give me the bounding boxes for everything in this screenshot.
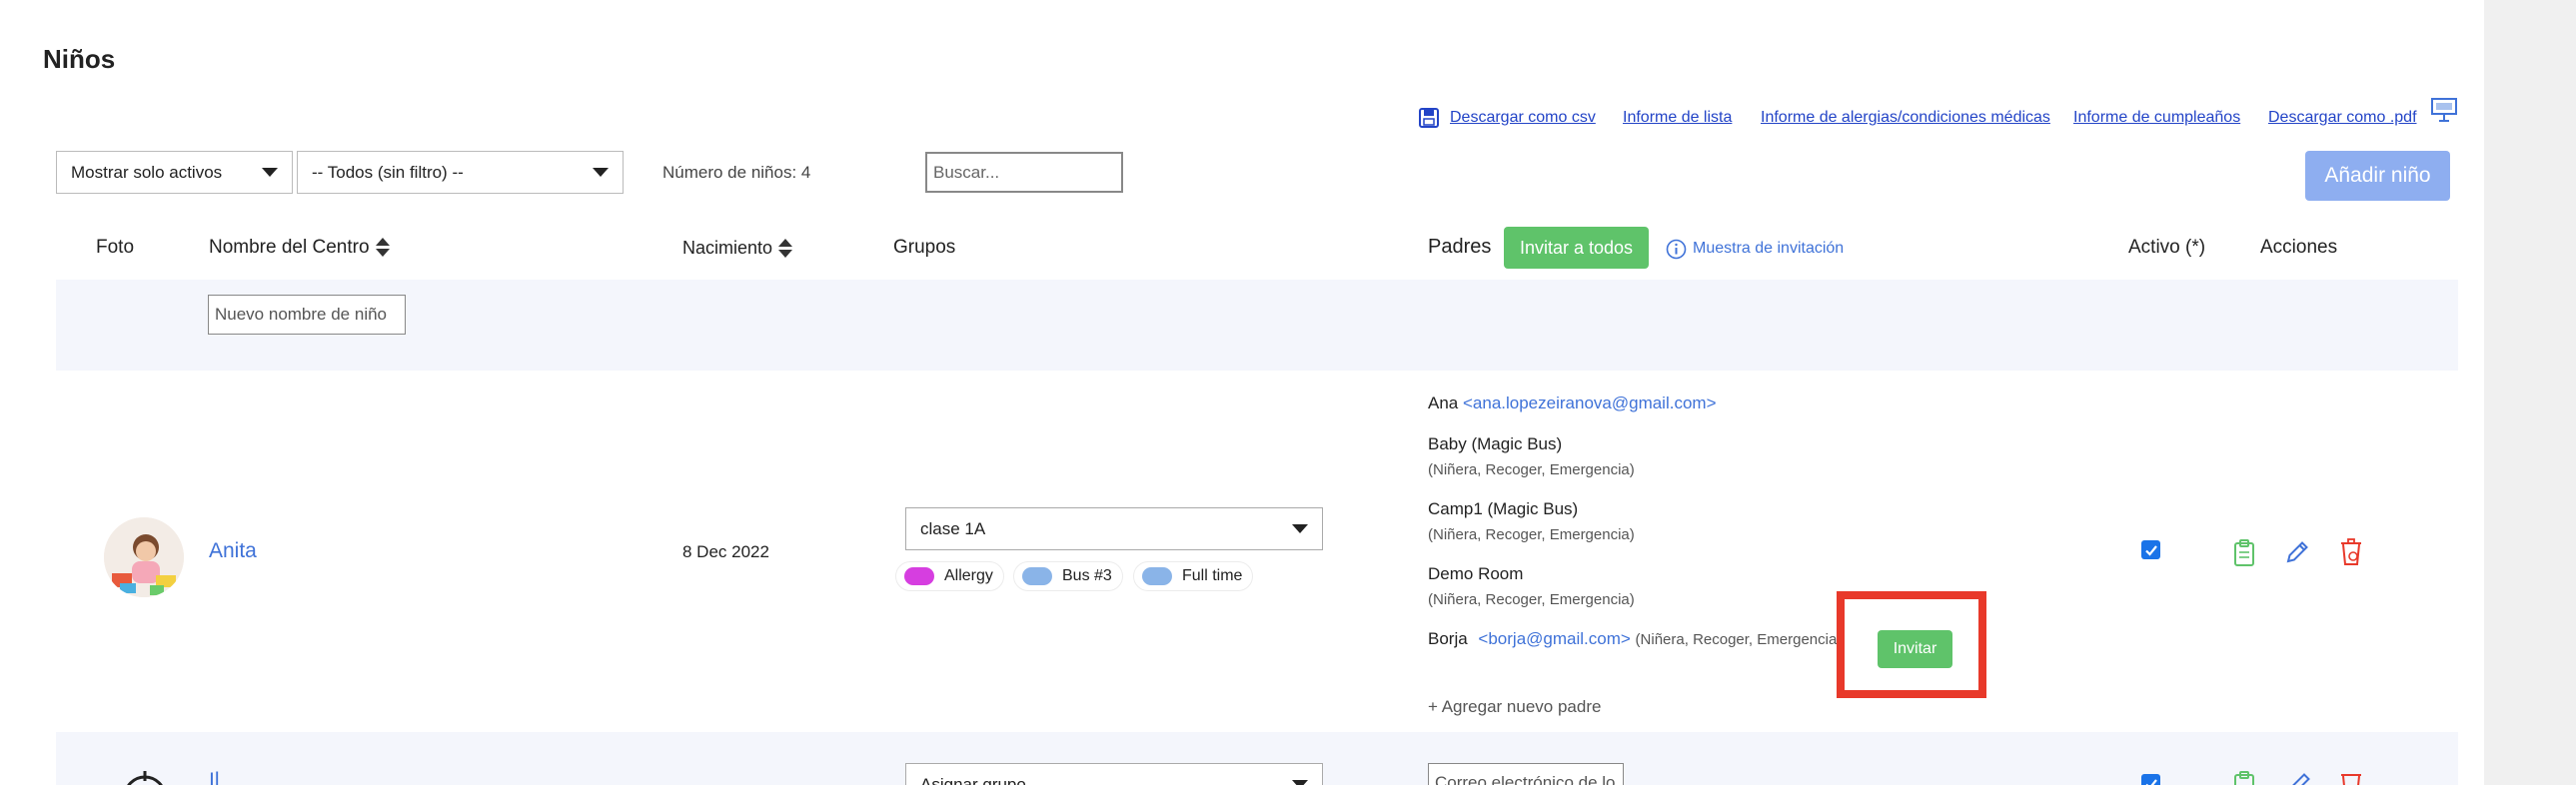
new-child-name-placeholder: Nuevo nombre de niño: [215, 305, 388, 324]
add-parent-link[interactable]: + Agregar nuevo padre: [1428, 697, 1601, 717]
invite-button[interactable]: Invitar: [1878, 630, 1952, 668]
tag-chip[interactable]: Bus #3: [1013, 561, 1123, 591]
delete-icon[interactable]: [2339, 538, 2363, 566]
allergy-report-link[interactable]: Informe de alergias/condiciones médicas: [1761, 109, 2050, 127]
parent-name: Baby (Magic Bus): [1428, 434, 1563, 453]
invite-all-button[interactable]: Invitar a todos: [1504, 227, 1649, 269]
header-birth-label: Nacimiento: [682, 238, 773, 258]
active-filter-value: Mostrar solo activos: [71, 162, 223, 182]
children-panel: Niños Descargar como csv Informe de list…: [0, 0, 2484, 785]
header-actions: Acciones: [2260, 237, 2338, 258]
tag-color-dot: [904, 567, 934, 585]
new-child-row: [56, 280, 2458, 371]
child-birthdate: 8 Dec 2022: [682, 542, 769, 561]
invite-sample-link[interactable]: Muestra de invitación: [1693, 240, 1844, 258]
active-filter-select[interactable]: Mostrar solo activos: [56, 151, 293, 194]
active-checkbox[interactable]: [2141, 540, 2160, 559]
edit-icon[interactable]: [2286, 771, 2310, 785]
parent-email-input[interactable]: Correo electrónico de lo: [1428, 763, 1624, 785]
parent-entry: Ana <ana.lopezeiranova@gmail.com>: [1428, 393, 1717, 413]
info-icon[interactable]: [1666, 239, 1687, 260]
save-icon[interactable]: [1419, 108, 1439, 128]
delete-icon[interactable]: [2339, 770, 2363, 785]
search-placeholder: Buscar...: [933, 162, 1000, 182]
chevron-down-icon: [1292, 780, 1308, 785]
parent-roles: (Niñera, Recoger, Emergencia): [1428, 526, 1635, 543]
tag-label: Allergy: [944, 567, 993, 584]
header-active: Activo (*): [2128, 237, 2206, 258]
header-groups: Grupos: [893, 237, 956, 258]
header-photo: Foto: [96, 237, 135, 258]
group-select[interactable]: Asignar grupo: [905, 763, 1323, 785]
parent-entry: Borja <borja@gmail.com> (Niñera, Recoger…: [1428, 629, 1842, 649]
children-count: Número de niños: 4: [662, 163, 811, 182]
sort-icon[interactable]: [778, 238, 793, 260]
parent-roles: (Niñera, Recoger, Emergencia): [1635, 631, 1843, 648]
group-filter-value: -- Todos (sin filtro) --: [312, 162, 464, 182]
group-filter-select[interactable]: -- Todos (sin filtro) --: [297, 151, 624, 194]
search-input[interactable]: Buscar...: [925, 152, 1123, 193]
parent-roles: (Niñera, Recoger, Emergencia): [1428, 461, 1635, 478]
clipboard-icon[interactable]: [2233, 539, 2255, 567]
header-name-label: Nombre del Centro: [209, 237, 370, 259]
tag-chip[interactable]: Allergy: [895, 561, 1004, 591]
parent-email[interactable]: <borja@gmail.com>: [1478, 629, 1630, 648]
new-child-name-input[interactable]: Nuevo nombre de niño: [208, 295, 406, 335]
presentation-icon[interactable]: [2430, 97, 2458, 123]
group-select-value: clase 1A: [920, 518, 986, 538]
group-select-value: Asignar grupo: [920, 774, 1026, 785]
parent-name: Demo Room: [1428, 564, 1524, 583]
child-name-link[interactable]: Anita: [209, 539, 257, 563]
list-report-link[interactable]: Informe de lista: [1623, 109, 1732, 127]
page-title: Niños: [43, 44, 116, 74]
group-select[interactable]: clase 1A: [905, 507, 1323, 550]
download-pdf-link[interactable]: Descargar como .pdf: [2268, 109, 2417, 127]
tag-chip[interactable]: Full time: [1133, 561, 1254, 591]
edit-icon[interactable]: [2284, 539, 2310, 565]
birthday-report-link[interactable]: Informe de cumpleaños: [2073, 109, 2240, 127]
tag-color-dot: [1142, 567, 1172, 585]
tag-label: Bus #3: [1062, 567, 1112, 584]
parent-email-placeholder: Correo electrónico de lo: [1435, 773, 1616, 785]
child-name-link[interactable]: Il: [209, 769, 220, 785]
avatar-placeholder-icon: [120, 759, 170, 785]
chevron-down-icon: [1292, 524, 1308, 533]
parent-email[interactable]: <ana.lopezeiranova@gmail.com>: [1463, 393, 1717, 412]
active-checkbox[interactable]: [2141, 774, 2160, 785]
chevron-down-icon: [262, 168, 278, 177]
parent-name: Borja: [1428, 629, 1468, 648]
avatar: [104, 517, 184, 597]
download-csv-link[interactable]: Descargar como csv: [1450, 109, 1596, 127]
tag-label: Full time: [1182, 567, 1243, 584]
header-birth[interactable]: Nacimiento: [682, 238, 793, 260]
header-parents: Padres: [1428, 236, 1492, 258]
parent-roles: (Niñera, Recoger, Emergencia): [1428, 591, 1635, 608]
tag-color-dot: [1022, 567, 1052, 585]
parent-name: Camp1 (Magic Bus): [1428, 499, 1579, 518]
add-child-button[interactable]: Añadir niño: [2305, 151, 2450, 201]
clipboard-icon[interactable]: [2233, 771, 2255, 785]
header-name[interactable]: Nombre del Centro: [209, 237, 390, 259]
parent-name: Ana: [1428, 393, 1459, 412]
chevron-down-icon: [593, 168, 609, 177]
sort-icon[interactable]: [375, 237, 390, 259]
